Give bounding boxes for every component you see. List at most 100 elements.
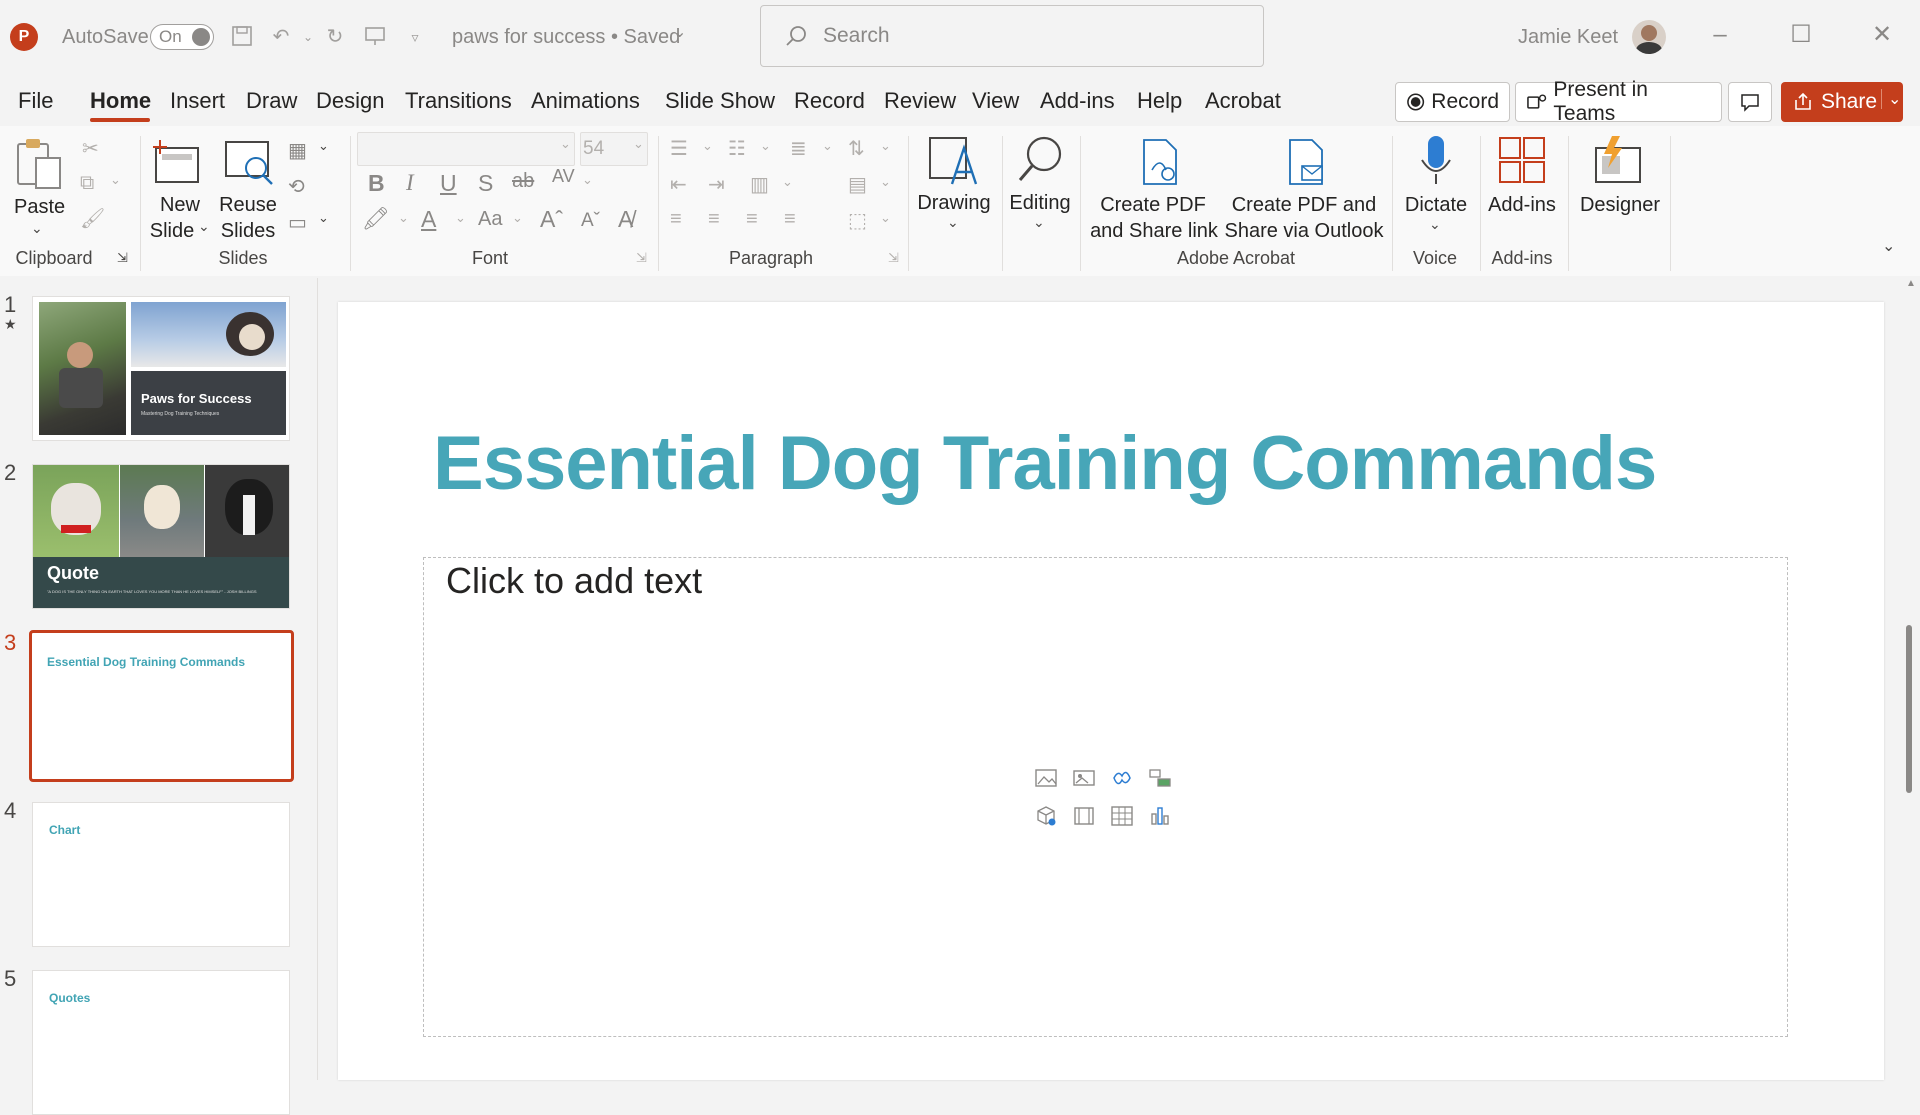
new-slide-chevron-down-icon[interactable]: ⌄ bbox=[198, 218, 210, 235]
align-left-icon[interactable]: ≡ bbox=[670, 208, 682, 231]
spacing-chevron-down-icon[interactable]: ⌄ bbox=[582, 172, 593, 188]
drawing-icon[interactable] bbox=[926, 134, 982, 193]
character-spacing-icon[interactable]: AV bbox=[552, 166, 575, 187]
reset-icon[interactable]: ⟲ bbox=[288, 174, 305, 199]
customize-qat-icon[interactable]: ▿ bbox=[402, 24, 428, 50]
create-pdf-link-label-1[interactable]: Create PDF bbox=[1090, 192, 1216, 218]
reuse-slides-label-1[interactable]: Reuse bbox=[218, 192, 278, 218]
italic-icon[interactable]: I bbox=[406, 170, 414, 196]
strikethrough-icon[interactable]: ab bbox=[512, 170, 534, 193]
line-spacing-chevron-down-icon[interactable]: ⌄ bbox=[822, 138, 833, 154]
tab-help[interactable]: Help bbox=[1137, 88, 1182, 114]
title-chevron-down-icon[interactable]: ⌄ bbox=[673, 22, 686, 42]
paste-chevron-down-icon[interactable]: ⌄ bbox=[31, 220, 43, 237]
present-in-teams-button[interactable]: Present in Teams bbox=[1515, 78, 1722, 125]
designer-label[interactable]: Designer bbox=[1570, 192, 1670, 218]
slide-thumbnail-5[interactable]: Quotes bbox=[32, 970, 290, 1115]
add-ins-label[interactable]: Add-ins bbox=[1482, 192, 1562, 218]
bullets-icon[interactable]: ☰ bbox=[670, 136, 688, 161]
share-chevron-down-icon[interactable]: ⌄ bbox=[1881, 89, 1901, 109]
insert-chart-icon[interactable] bbox=[1148, 804, 1172, 828]
create-pdf-outlook-label-2[interactable]: Share via Outlook bbox=[1224, 218, 1384, 244]
insert-stock-images-icon[interactable] bbox=[1072, 766, 1096, 790]
tab-animations[interactable]: Animations bbox=[531, 88, 640, 114]
designer-icon[interactable] bbox=[1590, 134, 1646, 191]
numbering-chevron-down-icon[interactable]: ⌄ bbox=[760, 138, 771, 154]
smartart-chevron-down-icon[interactable]: ⌄ bbox=[880, 210, 891, 226]
tab-design[interactable]: Design bbox=[316, 88, 384, 114]
tab-acrobat[interactable]: Acrobat bbox=[1205, 88, 1281, 114]
slide-thumbnails-pane[interactable]: 1 ★ Paws for Success Mastering Dog Train… bbox=[0, 278, 318, 1115]
save-icon[interactable] bbox=[229, 24, 255, 50]
tab-add-ins[interactable]: Add-ins bbox=[1040, 88, 1115, 114]
align-text-chevron-down-icon[interactable]: ⌄ bbox=[880, 174, 891, 190]
tab-draw[interactable]: Draw bbox=[246, 88, 297, 114]
search-box[interactable]: Search bbox=[760, 5, 1264, 67]
autosave-toggle[interactable]: On bbox=[150, 24, 214, 50]
tab-review[interactable]: Review bbox=[884, 88, 956, 114]
new-slide-icon[interactable] bbox=[152, 138, 204, 193]
insert-icons-icon[interactable] bbox=[1110, 766, 1134, 790]
scroll-up-icon[interactable]: ▲ bbox=[1906, 278, 1916, 289]
clear-formatting-icon[interactable]: A̸ bbox=[618, 206, 633, 233]
layout-chevron-down-icon[interactable]: ⌄ bbox=[318, 138, 329, 154]
document-title[interactable]: paws for success • Saved bbox=[452, 26, 680, 49]
tab-view[interactable]: View bbox=[972, 88, 1019, 114]
section-chevron-down-icon[interactable]: ⌄ bbox=[318, 210, 329, 226]
redo-icon[interactable]: ↻ bbox=[322, 24, 348, 50]
insert-3d-model-icon[interactable] bbox=[1034, 804, 1058, 828]
change-case-chevron-down-icon[interactable]: ⌄ bbox=[512, 210, 523, 226]
add-ins-icon[interactable] bbox=[1498, 134, 1546, 191]
text-direction-chevron-down-icon[interactable]: ⌄ bbox=[880, 138, 891, 154]
decrease-font-icon[interactable]: Aˇ bbox=[581, 210, 600, 232]
align-center-icon[interactable]: ≡ bbox=[708, 208, 720, 231]
bullets-chevron-down-icon[interactable]: ⌄ bbox=[702, 138, 713, 154]
insert-video-icon[interactable] bbox=[1072, 804, 1096, 828]
editing-label[interactable]: Editing bbox=[1000, 190, 1080, 216]
paste-icon[interactable] bbox=[14, 136, 66, 197]
editing-icon[interactable] bbox=[1014, 134, 1066, 193]
share-button[interactable]: Share ⌄ bbox=[1781, 82, 1903, 122]
change-case-icon[interactable]: Aa bbox=[478, 208, 502, 231]
decrease-indent-icon[interactable]: ⇤ bbox=[670, 172, 687, 197]
justify-icon[interactable]: ≡ bbox=[784, 208, 796, 231]
undo-icon[interactable]: ↶ bbox=[268, 24, 294, 50]
record-button[interactable]: Record bbox=[1395, 82, 1510, 122]
highlight-chevron-down-icon[interactable]: ⌄ bbox=[398, 210, 409, 226]
insert-smartart-icon[interactable] bbox=[1148, 766, 1172, 790]
font-launcher-icon[interactable]: ⇲ bbox=[636, 250, 647, 266]
create-pdf-outlook-label-1[interactable]: Create PDF and bbox=[1230, 192, 1378, 218]
tab-slide-show[interactable]: Slide Show bbox=[665, 88, 775, 114]
columns-icon[interactable]: ▥ bbox=[750, 172, 769, 197]
slide-canvas[interactable]: Essential Dog Training Commands Click to… bbox=[338, 302, 1884, 1080]
columns-chevron-down-icon[interactable]: ⌄ bbox=[782, 174, 793, 190]
layout-icon[interactable]: ▦ bbox=[288, 138, 307, 163]
shadow-icon[interactable]: S bbox=[478, 170, 493, 197]
cut-icon[interactable]: ✂ bbox=[82, 136, 99, 161]
slide-thumbnail-1[interactable]: Paws for Success Mastering Dog Training … bbox=[32, 296, 290, 441]
slide-thumbnail-3[interactable]: Essential Dog Training Commands bbox=[29, 630, 294, 782]
font-family-chevron-down-icon[interactable]: ⌄ bbox=[560, 136, 571, 152]
format-painter-icon[interactable]: 🖌 bbox=[80, 206, 105, 231]
slide-thumbnail-4[interactable]: Chart bbox=[32, 802, 290, 947]
paste-label[interactable]: Paste bbox=[14, 194, 65, 220]
paragraph-launcher-icon[interactable]: ⇲ bbox=[888, 250, 899, 266]
minimize-button[interactable]: – bbox=[1700, 18, 1740, 52]
font-color-chevron-down-icon[interactable]: ⌄ bbox=[455, 210, 466, 226]
tab-file[interactable]: File bbox=[18, 88, 53, 114]
comments-button[interactable] bbox=[1728, 82, 1772, 122]
tab-transitions[interactable]: Transitions bbox=[405, 88, 512, 114]
create-pdf-share-link-icon[interactable] bbox=[1140, 138, 1180, 191]
insert-picture-icon[interactable] bbox=[1034, 766, 1058, 790]
dictate-chevron-down-icon[interactable]: ⌄ bbox=[1429, 216, 1441, 233]
increase-indent-icon[interactable]: ⇥ bbox=[708, 172, 725, 197]
align-text-icon[interactable]: ▤ bbox=[848, 172, 867, 197]
ribbon-collapse-chevron-icon[interactable]: ⌄ bbox=[1882, 236, 1895, 256]
bold-icon[interactable]: B bbox=[368, 170, 385, 197]
highlight-icon[interactable]: 🖍 bbox=[362, 206, 390, 232]
new-slide-label-2[interactable]: Slide bbox=[144, 218, 200, 244]
undo-dropdown-icon[interactable]: ⌄ bbox=[295, 24, 321, 50]
smartart-icon[interactable]: ⬚ bbox=[848, 208, 867, 233]
maximize-button[interactable]: ☐ bbox=[1781, 18, 1821, 52]
tab-record[interactable]: Record bbox=[794, 88, 865, 114]
